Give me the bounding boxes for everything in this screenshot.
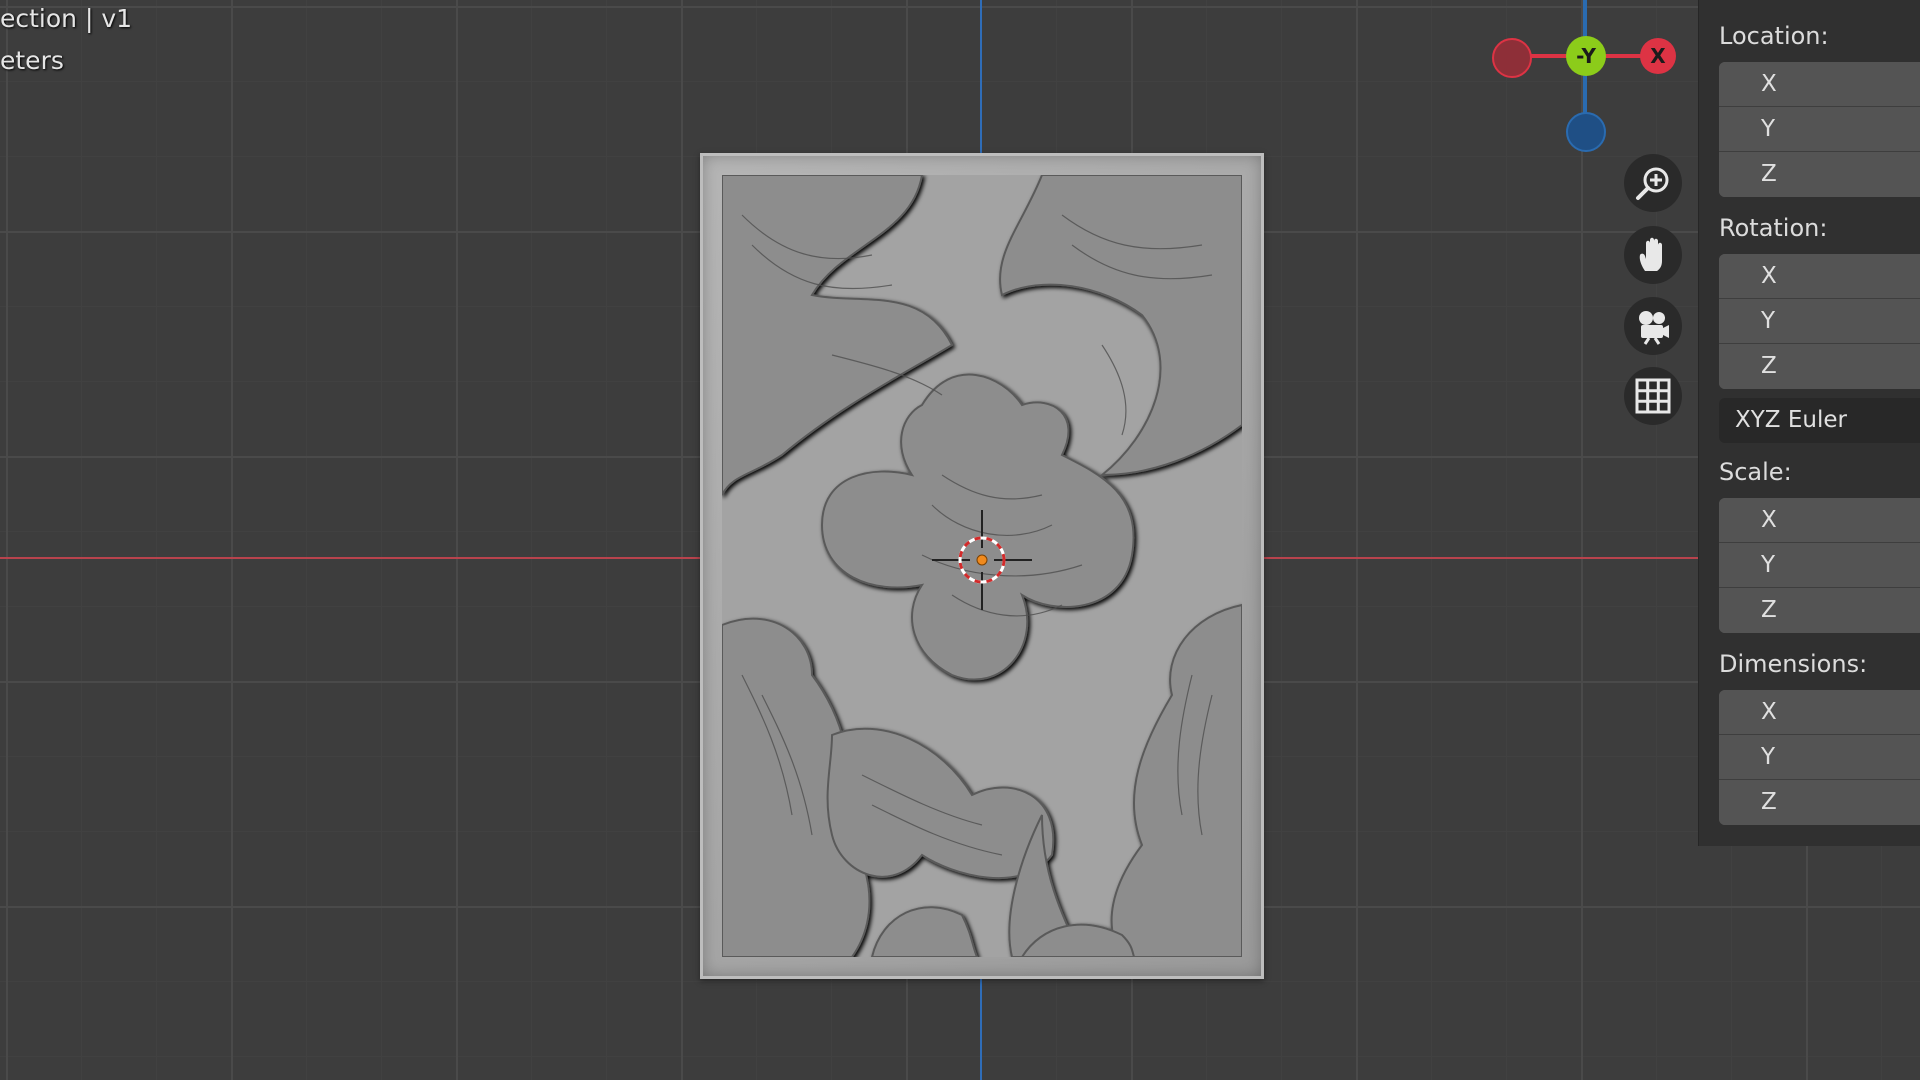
scale-z-field[interactable]: Z (1719, 588, 1920, 633)
gizmo-neg-y-label: -Y (1576, 44, 1596, 68)
rotation-mode-dropdown[interactable]: XYZ Euler (1719, 398, 1920, 443)
gizmo-neg-z-ball[interactable] (1566, 112, 1606, 152)
dimensions-label: Dimensions: (1719, 650, 1868, 678)
rotation-fields: X Y Z (1719, 254, 1920, 389)
rotation-x-field[interactable]: X (1719, 254, 1920, 299)
viewport-title: ection | v1 (0, 4, 133, 33)
location-y-field[interactable]: Y (1719, 107, 1920, 152)
transform-panel: Location: X Y Z Rotation: X Y Z XYZ Eule… (1698, 0, 1920, 846)
navigation-gizmo[interactable]: -Y X (1480, 0, 1680, 160)
scale-fields: X Y Z (1719, 498, 1920, 633)
rotation-y-field[interactable]: Y (1719, 299, 1920, 344)
zoom-button[interactable] (1624, 154, 1682, 212)
scale-y-field[interactable]: Y (1719, 543, 1920, 588)
location-z-field[interactable]: Z (1719, 152, 1920, 197)
location-label: Location: (1719, 22, 1829, 50)
pan-hand-icon (1639, 237, 1662, 271)
camera-view-button[interactable] (1624, 297, 1682, 355)
dimensions-x-field[interactable]: X (1719, 690, 1920, 735)
pan-button[interactable] (1624, 226, 1682, 284)
camera-icon (1639, 311, 1669, 345)
dimensions-y-field[interactable]: Y (1719, 735, 1920, 780)
gizmo-x-label: X (1650, 44, 1666, 68)
location-x-field[interactable]: X (1719, 62, 1920, 107)
grid-icon (1635, 378, 1671, 414)
rotation-z-field[interactable]: Z (1719, 344, 1920, 389)
dimensions-z-field[interactable]: Z (1719, 780, 1920, 825)
3d-cursor-icon (932, 510, 1032, 610)
zoom-icon (1636, 167, 1669, 200)
viewport-units: eters (0, 46, 64, 75)
gizmo-x-ball[interactable]: X (1640, 38, 1676, 74)
scale-label: Scale: (1719, 458, 1792, 486)
location-fields: X Y Z (1719, 62, 1920, 197)
ortho-toggle-button[interactable] (1624, 367, 1682, 425)
rotation-label: Rotation: (1719, 214, 1828, 242)
scale-x-field[interactable]: X (1719, 498, 1920, 543)
gizmo-neg-x-ball[interactable] (1492, 38, 1532, 78)
dimensions-fields: X Y Z (1719, 690, 1920, 825)
gizmo-neg-y-ball[interactable]: -Y (1566, 36, 1606, 76)
